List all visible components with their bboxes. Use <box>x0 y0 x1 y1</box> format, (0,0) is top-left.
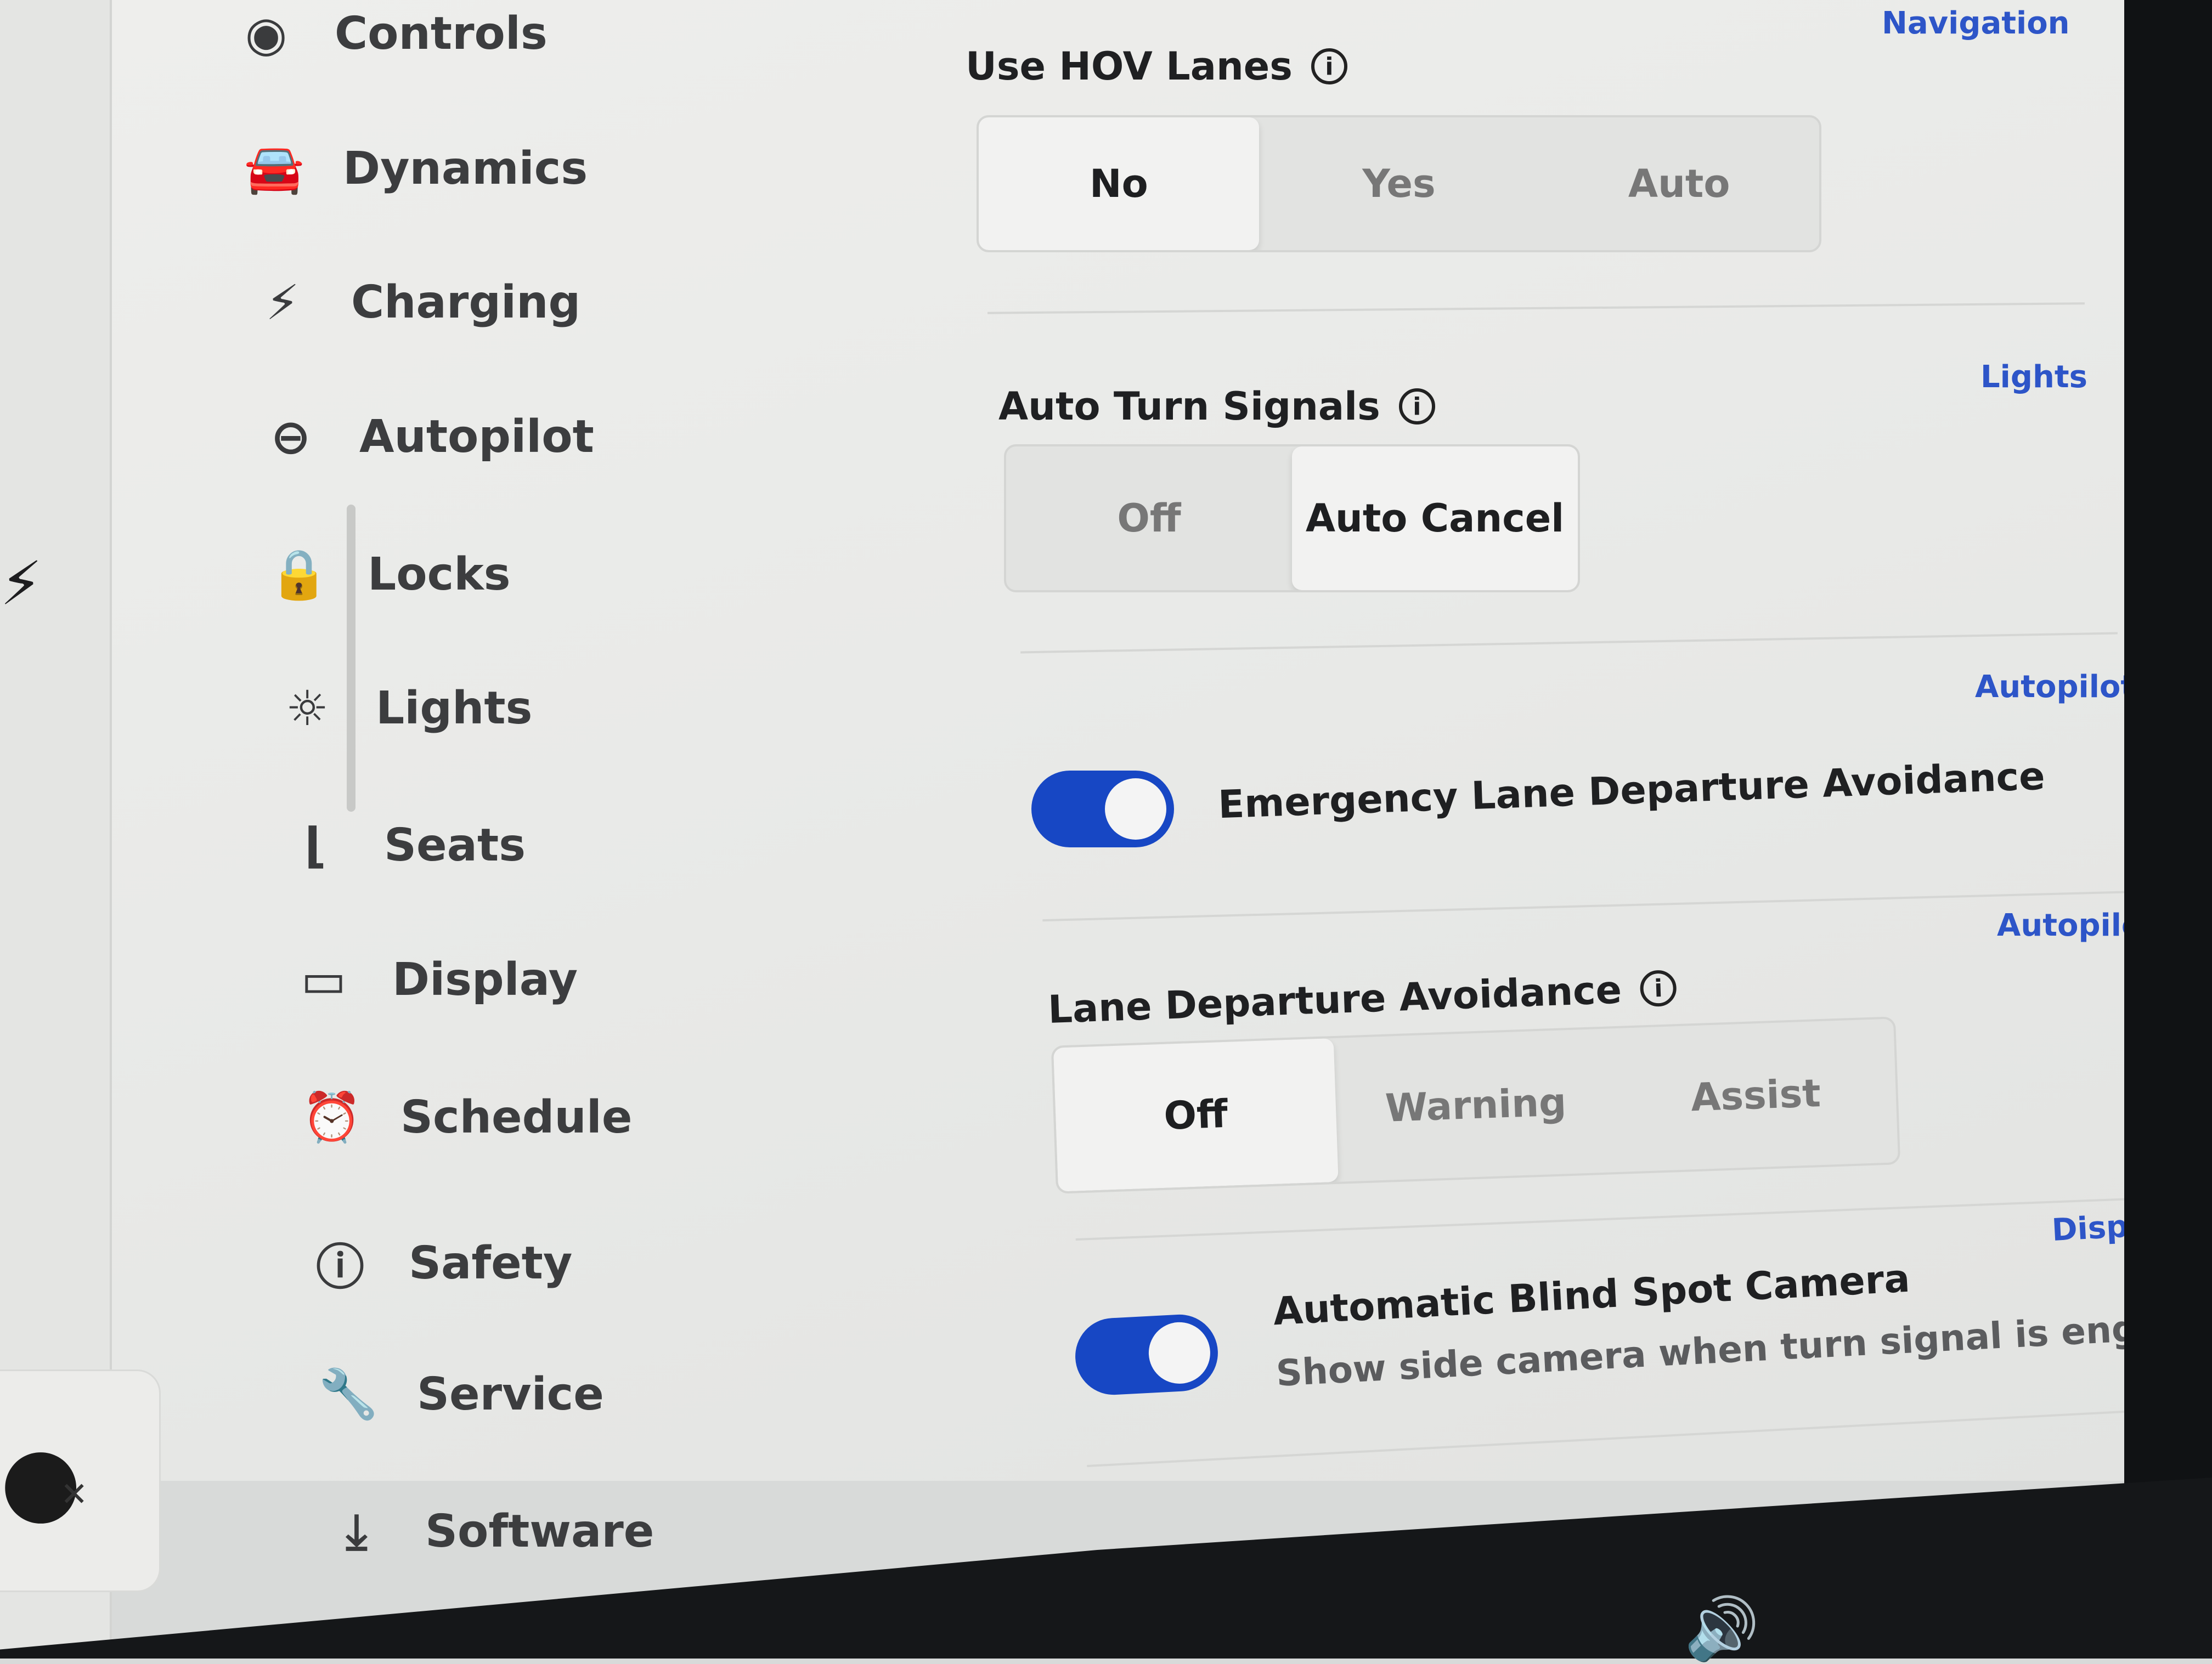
settings-content: Navigation Use HOV Lanes i No Yes Auto L… <box>944 0 2212 1659</box>
hov-label: Use HOV Lanes i <box>966 44 1347 89</box>
category-link-lights[interactable]: Lights <box>1980 359 2087 395</box>
elda-label: Emergency Lane Departure Avoidance <box>1217 753 2046 828</box>
turn-signals-segmented-control: Off Auto Cancel <box>1004 444 1580 592</box>
car-icon: 🚘 <box>244 140 304 196</box>
clock-icon: ⏰ <box>302 1089 362 1145</box>
settings-sidebar: ◉ Controls 🚘 Dynamics ⚡ Charging ⊖ Autop… <box>219 0 878 1659</box>
wrench-icon: 🔧 <box>318 1366 379 1422</box>
info-icon[interactable]: i <box>1639 970 1677 1008</box>
seat-icon: ⌊ <box>304 817 327 874</box>
toggle-icon: ◉ <box>245 5 287 62</box>
hov-option-no[interactable]: No <box>979 117 1259 250</box>
sun-icon: ☼ <box>285 680 329 737</box>
category-link-navigation[interactable]: Navigation <box>1882 5 2070 41</box>
toggle-knob <box>1105 778 1166 840</box>
sidebar-item-lights[interactable]: ☼ Lights <box>277 680 533 737</box>
divider <box>1042 890 2140 922</box>
lda-option-off[interactable]: Off <box>1053 1038 1339 1192</box>
bolt-icon: ⚡ <box>0 548 43 619</box>
sidebar-item-autopilot[interactable]: ⊖ Autopilot <box>261 409 594 465</box>
bolt-icon: ⚡ <box>266 274 300 331</box>
sidebar-item-display[interactable]: ▭ Display <box>294 952 578 1008</box>
lock-icon: 🔒 <box>269 546 329 602</box>
sidebar-item-software[interactable]: ⤓ Software <box>326 1503 654 1560</box>
divider <box>1020 632 2118 654</box>
sidebar-item-controls[interactable]: ◉ Controls <box>236 5 548 62</box>
hov-option-auto[interactable]: Auto <box>1539 117 1819 250</box>
divider <box>1075 1196 2162 1241</box>
turn-signals-label: Auto Turn Signals i <box>998 384 1435 429</box>
lda-option-assist[interactable]: Assist <box>1613 1018 1899 1172</box>
sidebar-item-charging[interactable]: ⚡ Charging <box>252 274 580 331</box>
hov-segmented-control: No Yes Auto <box>977 115 1821 252</box>
hov-option-yes[interactable]: Yes <box>1259 117 1539 250</box>
divider <box>1087 1408 2155 1468</box>
sidebar-item-service[interactable]: 🔧 Service <box>318 1366 604 1423</box>
sidebar-item-dynamics[interactable]: 🚘 Dynamics <box>244 140 588 197</box>
sidebar-item-safety[interactable]: ⓘ Safety <box>310 1229 572 1298</box>
alert-icon: ⓘ <box>315 1239 364 1295</box>
close-icon[interactable]: ✕ <box>60 1475 88 1514</box>
divider <box>988 302 2085 314</box>
speaker-icon[interactable]: 🔊 <box>1684 1593 1759 1664</box>
lda-segmented-control: Off Warning Assist <box>1051 1016 1901 1194</box>
sidebar-item-seats[interactable]: ⌊ Seats <box>285 817 526 874</box>
info-icon[interactable]: i <box>1398 388 1435 425</box>
turn-signals-option-off[interactable]: Off <box>1006 446 1292 590</box>
display-icon: ▭ <box>301 952 347 1008</box>
sidebar-item-locks[interactable]: 🔒 Locks <box>269 546 510 603</box>
category-link-autopilot[interactable]: Autopilot <box>1975 669 2135 705</box>
elda-toggle[interactable] <box>1031 771 1174 847</box>
lda-label: Lane Departure Avoidance i <box>1047 965 1677 1032</box>
blind-spot-label: Automatic Blind Spot Camera <box>1272 1255 1911 1334</box>
download-icon: ⤓ <box>346 1503 368 1559</box>
blind-spot-toggle[interactable] <box>1073 1312 1220 1397</box>
screen-bezel <box>2124 0 2212 1659</box>
sidebar-item-schedule[interactable]: ⏰ Schedule <box>302 1089 632 1146</box>
info-icon[interactable]: i <box>1311 48 1347 84</box>
turn-signals-option-auto-cancel[interactable]: Auto Cancel <box>1292 446 1578 590</box>
steering-wheel-icon: ⊖ <box>270 409 311 465</box>
left-strip: ⚡ ● ✕ <box>0 0 159 1659</box>
toggle-knob <box>1147 1321 1212 1385</box>
lda-option-warning[interactable]: Warning <box>1333 1028 1618 1182</box>
